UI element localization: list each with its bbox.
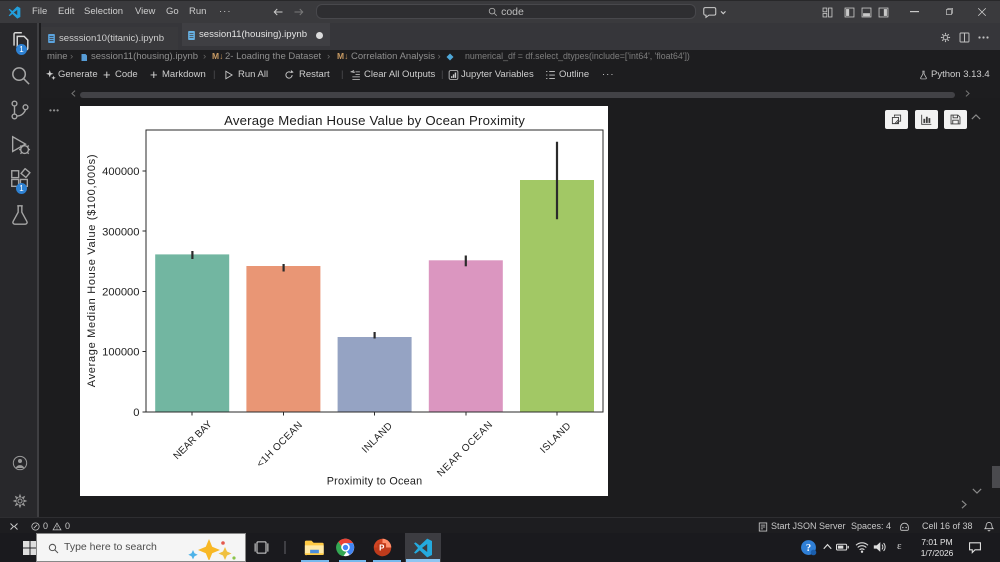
- svg-text:NEAR OCEAN: NEAR OCEAN: [435, 419, 495, 479]
- svg-text:?: ?: [806, 543, 811, 554]
- svg-text:<1H OCEAN: <1H OCEAN: [255, 420, 305, 470]
- svg-text:100000: 100000: [102, 347, 139, 359]
- svg-text:Proximity to Ocean: Proximity to Ocean: [327, 475, 423, 487]
- svg-text:NEAR BAY: NEAR BAY: [172, 419, 215, 462]
- svg-text:ISLAND: ISLAND: [538, 421, 573, 456]
- svg-text:P: P: [379, 543, 384, 552]
- svg-text:Average Median House Value by: Average Median House Value by Ocean Prox…: [224, 113, 525, 128]
- svg-text:INLAND: INLAND: [360, 421, 395, 456]
- svg-text:200000: 200000: [102, 287, 139, 299]
- svg-text:0: 0: [133, 407, 139, 419]
- svg-text:400000: 400000: [102, 166, 139, 178]
- svg-text:Average Median House Value ($1: Average Median House Value ($100,000s): [86, 154, 98, 388]
- svg-text:300000: 300000: [102, 226, 139, 238]
